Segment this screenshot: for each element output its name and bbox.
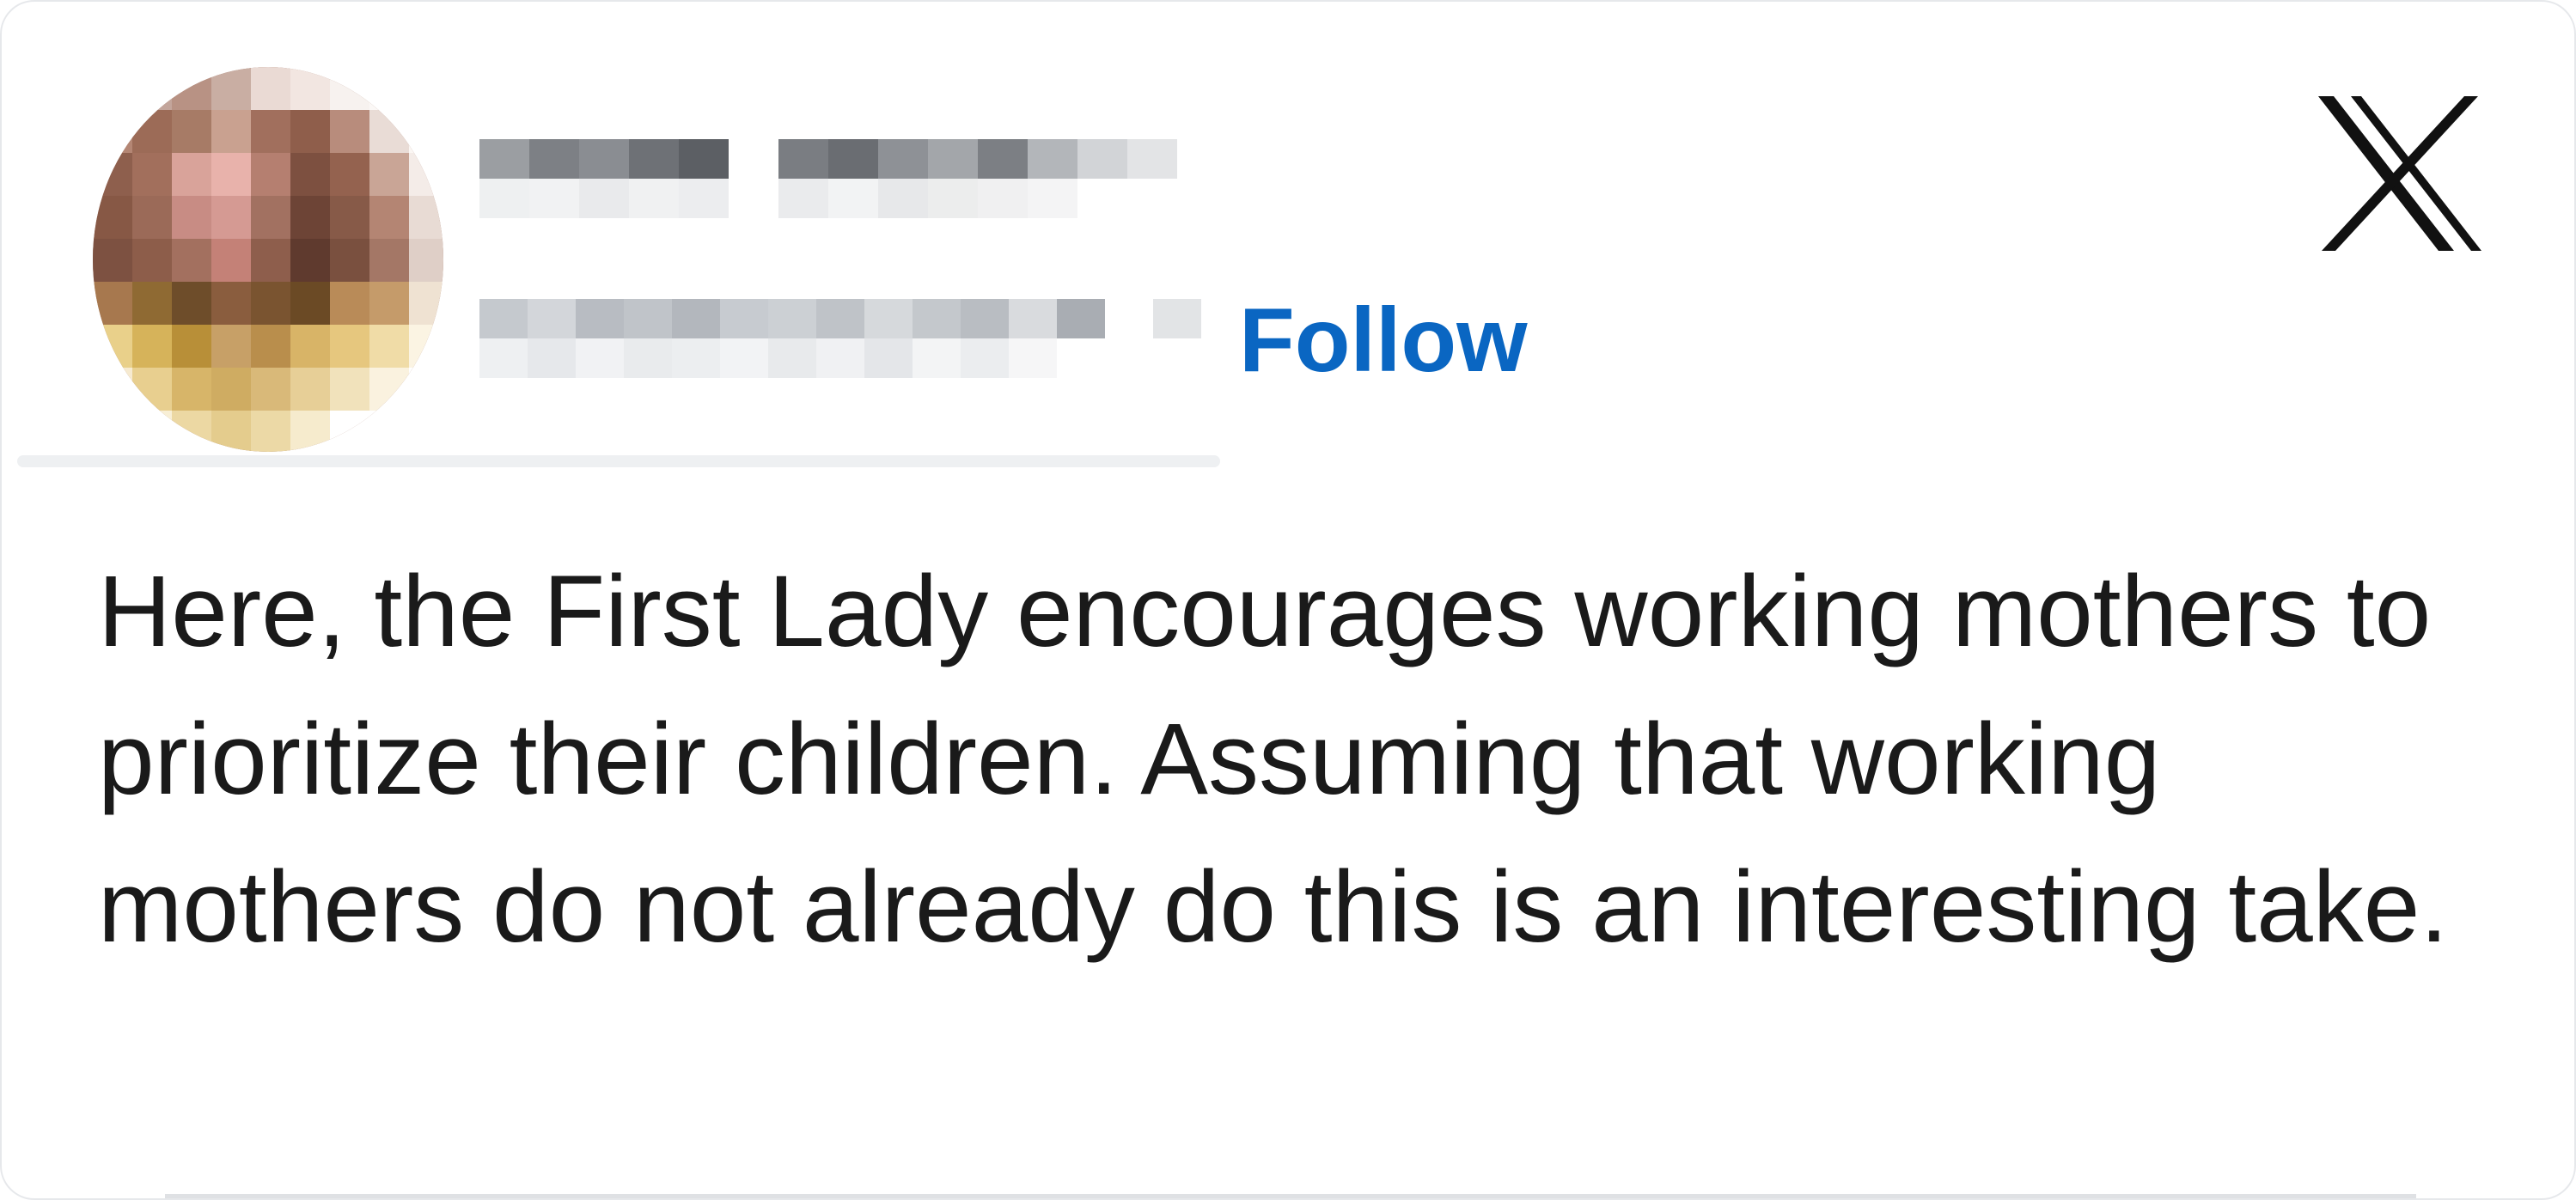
avatar[interactable] [93, 67, 443, 452]
post-card: Follow Here, the First Lady encourages w… [0, 0, 2576, 1200]
header-divider [17, 455, 1220, 467]
x-logo-icon[interactable] [2317, 96, 2483, 251]
follow-button[interactable]: Follow [1239, 289, 1528, 392]
post-text: Here, the First Lady encourages working … [98, 555, 2449, 964]
author-handle-redacted[interactable] [479, 299, 1215, 378]
footer-divider [165, 1194, 2416, 1198]
author-name-redacted[interactable] [479, 139, 1177, 225]
